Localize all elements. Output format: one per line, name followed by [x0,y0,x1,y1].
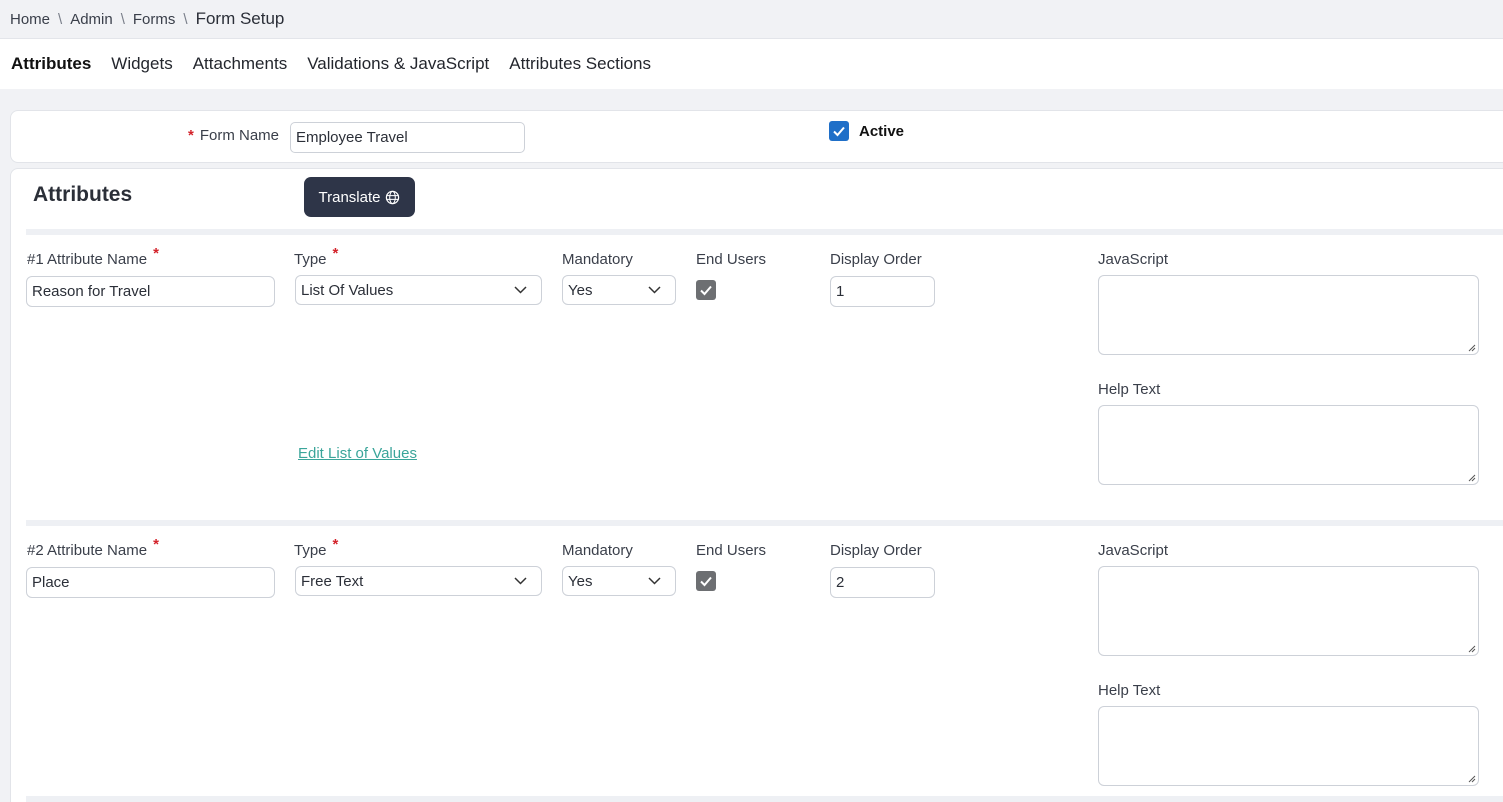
breadcrumb-admin[interactable]: Admin [70,11,113,28]
help-text-label: Help Text [1098,682,1161,699]
javascript-textarea[interactable] [1098,566,1479,656]
help-text-textarea[interactable] [1098,706,1479,786]
type-label: Type * [294,536,339,559]
end-users-checkbox[interactable] [696,571,716,591]
translate-label: Translate [318,188,381,206]
help-text-label: Help Text [1098,381,1161,398]
breadcrumb-separator: \ [120,10,125,28]
javascript-textarea[interactable] [1098,275,1479,355]
chevron-down-icon [648,577,661,585]
type-label: Type * [294,245,339,268]
type-select[interactable]: Free Text [295,566,542,596]
chevron-down-icon [648,286,661,294]
display-order-label: Display Order [830,542,922,559]
form-name-label: * Form Name [188,127,280,144]
chevron-down-icon [514,286,527,294]
mandatory-select[interactable]: Yes [562,275,676,305]
check-icon [700,285,712,296]
required-marker: * [188,127,194,144]
chevron-down-icon [514,577,527,585]
resize-grip-icon[interactable] [1468,645,1476,653]
type-select[interactable]: List Of Values [295,275,542,305]
active-label: Active [859,122,905,140]
javascript-label: JavaScript [1098,251,1169,268]
tab-bar: Attributes Widgets Attachments Validatio… [0,38,1503,89]
attribute-name-input[interactable] [26,276,275,307]
form-header-card: *Form Name Active [10,110,1503,163]
tab-validations-javascript[interactable]: Validations & JavaScript [307,54,489,74]
help-text-textarea[interactable] [1098,405,1479,485]
attributes-card: Attributes Translate #1 Attribute Name * … [10,168,1503,802]
attribute-name-label: #1 Attribute Name * [27,245,159,268]
breadcrumb-current: Form Setup [195,9,285,28]
breadcrumb-separator: \ [58,10,63,28]
type-select-value: Free Text [301,572,364,590]
tab-attachments[interactable]: Attachments [193,54,288,74]
attributes-title: Attributes [33,183,133,206]
tab-attributes-sections[interactable]: Attributes Sections [509,54,651,74]
translate-button[interactable]: Translate [304,177,415,217]
form-name-input[interactable] [290,122,525,153]
mandatory-label: Mandatory [562,251,633,268]
javascript-label: JavaScript [1098,542,1169,559]
row-divider [26,229,1503,235]
mandatory-select-value: Yes [568,572,593,590]
end-users-label: End Users [696,542,767,559]
edit-list-of-values-link[interactable]: Edit List of Values [298,445,417,462]
mandatory-select[interactable]: Yes [562,566,676,596]
type-select-value: List Of Values [301,281,394,299]
row-divider [26,520,1503,526]
globe-icon [386,190,400,204]
display-order-input[interactable] [830,276,935,307]
resize-grip-icon[interactable] [1468,344,1476,352]
tab-widgets[interactable]: Widgets [111,54,172,74]
tab-attributes[interactable]: Attributes [11,54,91,74]
resize-grip-icon[interactable] [1468,775,1476,783]
mandatory-select-value: Yes [568,281,593,299]
end-users-checkbox[interactable] [696,280,716,300]
breadcrumb: Home \ Admin \ Forms \ Form Setup [0,0,1503,38]
check-icon [833,126,845,137]
breadcrumb-separator: \ [183,10,188,28]
attribute-name-label: #2 Attribute Name * [27,536,159,559]
mandatory-label: Mandatory [562,542,633,559]
active-toggle[interactable]: Active [829,121,904,141]
display-order-input[interactable] [830,567,935,598]
breadcrumb-forms[interactable]: Forms [133,11,176,28]
active-checkbox[interactable] [829,121,849,141]
check-icon [700,576,712,587]
resize-grip-icon[interactable] [1468,474,1476,482]
end-users-label: End Users [696,251,767,268]
display-order-label: Display Order [830,251,922,268]
attribute-name-input[interactable] [26,567,275,598]
breadcrumb-home[interactable]: Home [10,11,50,28]
row-divider [26,796,1503,802]
